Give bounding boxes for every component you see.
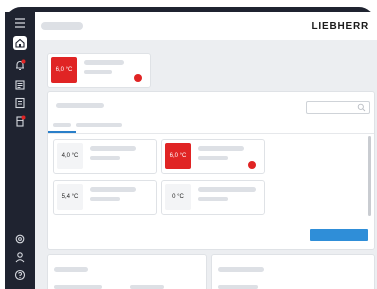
summary-card-right bbox=[211, 254, 375, 289]
device-temperature: 4,0 °C bbox=[57, 143, 83, 169]
document-icon[interactable] bbox=[13, 96, 27, 110]
device-temperature: 5,4 °C bbox=[57, 184, 83, 210]
device-info-placeholder bbox=[90, 197, 120, 201]
top-header: LIEBHERR bbox=[35, 12, 377, 40]
search-input[interactable] bbox=[306, 101, 370, 114]
main-content: LIEBHERR 6,0 °C 4,0 °C 6,0 °C 5,4 °C 0 °… bbox=[35, 12, 377, 289]
device-card[interactable]: 0 °C bbox=[161, 180, 265, 215]
tab-divider bbox=[48, 133, 374, 134]
device-name-placeholder bbox=[90, 187, 136, 192]
card-info-placeholder bbox=[130, 285, 164, 289]
panel-title-placeholder bbox=[56, 103, 104, 108]
notification-badge bbox=[21, 59, 26, 64]
sidebar-item-home[interactable] bbox=[13, 36, 27, 50]
brand-logo: LIEBHERR bbox=[311, 21, 369, 32]
device-name-placeholder bbox=[198, 146, 244, 151]
featured-temperature: 6,0 °C bbox=[51, 57, 77, 83]
sidebar-nav bbox=[5, 12, 35, 289]
device-temperature: 0 °C bbox=[165, 184, 191, 210]
card-info-placeholder bbox=[218, 285, 258, 289]
device-alert-badge bbox=[21, 115, 26, 120]
tab-all[interactable] bbox=[53, 123, 71, 127]
device-icon[interactable] bbox=[13, 114, 27, 128]
alarm-indicator bbox=[248, 161, 256, 169]
device-card[interactable]: 4,0 °C bbox=[53, 139, 157, 174]
device-info-placeholder bbox=[198, 156, 228, 160]
devices-panel: 4,0 °C 6,0 °C 5,4 °C 0 °C bbox=[47, 91, 375, 250]
summary-card-left bbox=[47, 254, 207, 289]
device-name-placeholder bbox=[84, 60, 124, 65]
device-name-placeholder bbox=[198, 187, 256, 192]
page-title-placeholder bbox=[41, 22, 83, 30]
menu-icon[interactable] bbox=[13, 16, 27, 30]
list-icon[interactable] bbox=[13, 78, 27, 92]
device-temperature: 6,0 °C bbox=[165, 143, 191, 169]
panel-scrollbar[interactable] bbox=[368, 136, 371, 216]
card-info-placeholder bbox=[54, 285, 102, 289]
card-title-placeholder bbox=[218, 267, 264, 272]
help-icon[interactable] bbox=[13, 268, 27, 282]
device-name-placeholder bbox=[90, 146, 136, 151]
home-icon bbox=[15, 38, 25, 48]
featured-device-card[interactable]: 6,0 °C bbox=[47, 53, 151, 88]
primary-action-button[interactable] bbox=[310, 229, 368, 241]
card-title-placeholder bbox=[54, 267, 88, 272]
settings-icon[interactable] bbox=[13, 232, 27, 246]
tab-groups[interactable] bbox=[76, 123, 122, 127]
device-info-placeholder bbox=[90, 156, 120, 160]
bell-icon[interactable] bbox=[13, 58, 27, 72]
user-icon[interactable] bbox=[13, 250, 27, 264]
device-info-placeholder bbox=[84, 70, 112, 74]
device-info-placeholder bbox=[198, 197, 228, 201]
device-card[interactable]: 6,0 °C bbox=[161, 139, 265, 174]
alarm-indicator bbox=[134, 74, 142, 82]
search-icon bbox=[357, 103, 366, 112]
device-card[interactable]: 5,4 °C bbox=[53, 180, 157, 215]
